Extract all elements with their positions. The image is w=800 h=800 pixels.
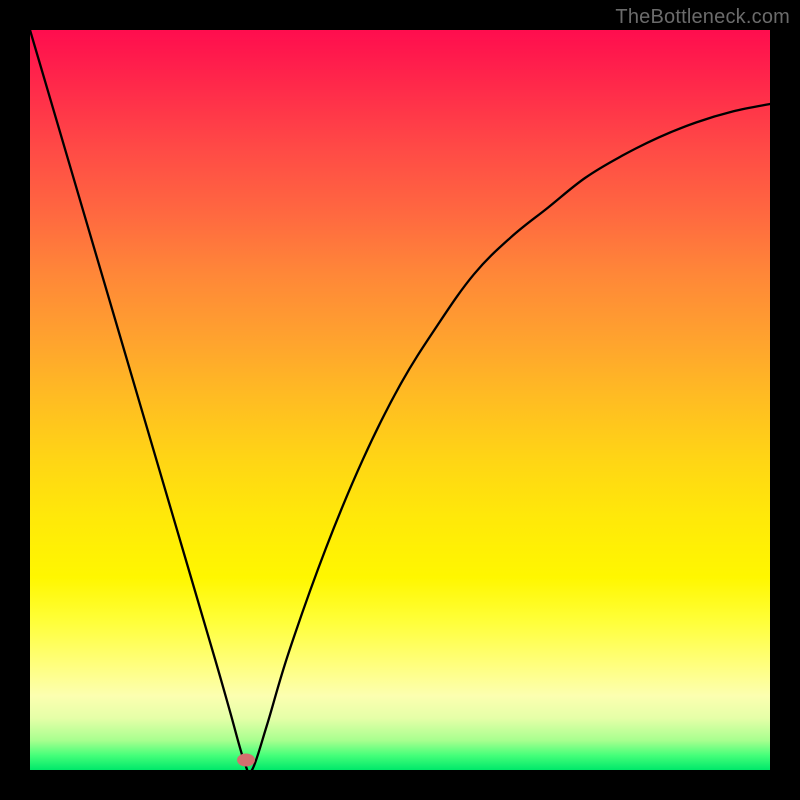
curve-svg xyxy=(30,30,770,770)
watermark-text: TheBottleneck.com xyxy=(615,6,790,29)
chart-frame: TheBottleneck.com xyxy=(0,0,800,800)
min-marker xyxy=(237,754,255,767)
bottleneck-curve xyxy=(30,30,770,773)
plot-area xyxy=(30,30,770,770)
